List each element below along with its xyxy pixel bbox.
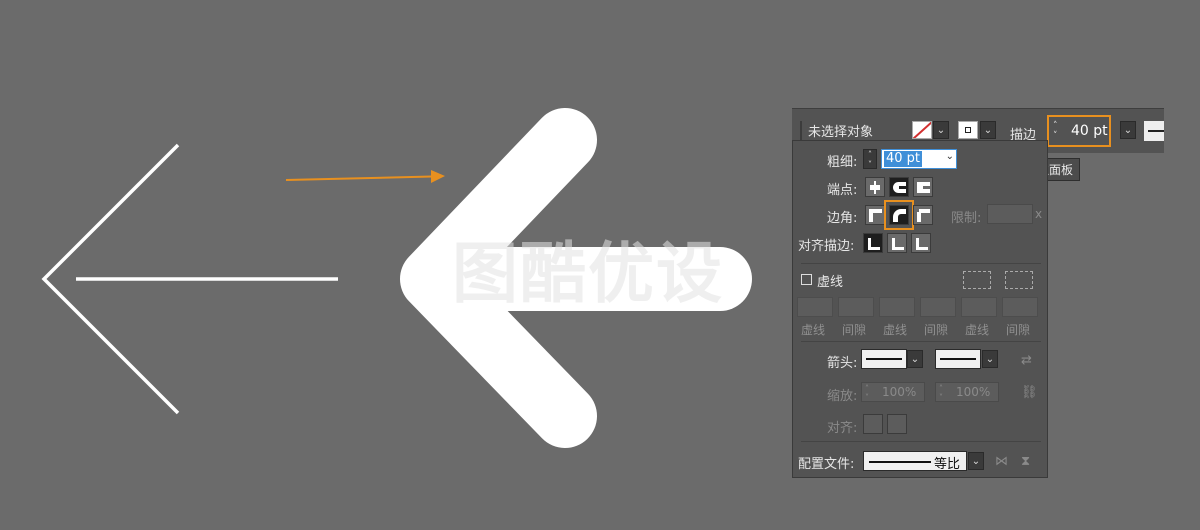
chevron-down-icon[interactable]: ⌄ [946,151,954,162]
dash-input-3[interactable] [961,297,997,317]
stroke-weight-value[interactable]: 40 pt [1071,123,1108,139]
end-arrowhead-select[interactable] [935,349,981,369]
dash-field-label: 虚线 [883,323,908,337]
dashed-line-checkbox[interactable] [801,274,812,285]
scale-label: 缩放: [827,389,858,404]
arrow-align-label: 对齐: [827,421,858,436]
selection-status: 未选择对象 [800,121,873,140]
align-inside-icon[interactable] [887,233,907,253]
fill-dropdown-icon[interactable]: ⌄ [933,121,949,139]
stroke-weight-field[interactable]: ˄ ˅ 40 pt [1047,115,1111,147]
stroke-panel: 粗细: ˄ ˅ 40 pt ⌄ 端点: 边角: 限制: x 对齐描边: 虚线 虚… [792,140,1048,478]
weight-label: 粗细: [827,155,858,170]
projecting-cap-icon[interactable] [913,177,933,197]
align-outside-icon[interactable] [911,233,931,253]
miter-join-icon[interactable] [865,205,885,225]
round-join-highlight [884,200,914,230]
round-cap-icon[interactable] [889,177,909,197]
limit-suffix: x [1035,207,1043,221]
dash-field-label: 虚线 [801,323,826,337]
butt-cap-icon[interactable] [865,177,885,197]
end-scale-input[interactable]: ˄ ˅ 100% [935,382,999,402]
swap-arrowheads-icon[interactable]: ⇄ [1021,353,1032,368]
gap-input-2[interactable] [920,297,956,317]
dash-input-2[interactable] [879,297,915,317]
spinner-icon[interactable]: ˄ ˅ [865,384,869,402]
stroke-weight-dropdown-icon[interactable]: ⌄ [1120,121,1136,139]
chevron-down-icon[interactable]: ⌄ [907,350,923,368]
flip-along-icon[interactable]: ⋈ [995,454,1008,469]
flip-across-icon[interactable]: ⧗ [1021,454,1030,469]
dash-preserve-icon[interactable] [963,271,991,289]
dash-align-icon[interactable] [1005,271,1033,289]
gap-input-3[interactable] [1002,297,1038,317]
arrow-place-icon[interactable] [887,414,907,434]
watermark-text: 图酷优设 [452,235,724,312]
gap-field-label: 间隙 [1006,323,1031,337]
fill-swatch[interactable] [912,121,932,139]
cap-label: 端点: [827,183,858,198]
gap-field-label: 间隙 [924,323,949,337]
start-scale-value[interactable]: 100% [882,385,916,399]
dash-field-label: 虚线 [965,323,990,337]
arrow-extend-icon[interactable] [863,414,883,434]
corner-label: 边角: [827,211,858,226]
spinner-icon[interactable]: ˄ ˅ [1053,121,1058,141]
unlink-scale-icon[interactable]: ⛓ [1021,385,1038,400]
limit-label: 限制: [951,211,982,226]
spinner-icon[interactable]: ˄ ˅ [939,384,943,402]
annotation-arrow [285,170,445,183]
gap-field-label: 间隙 [842,323,867,337]
limit-input[interactable] [987,204,1033,224]
start-scale-input[interactable]: ˄ ˅ 100% [861,382,925,402]
thin-arrow-artwork [41,143,338,415]
stroke-dropdown-icon[interactable]: ⌄ [980,121,996,139]
bevel-join-icon[interactable] [913,205,933,225]
end-scale-value[interactable]: 100% [956,385,990,399]
start-arrowhead-select[interactable] [861,349,907,369]
profile-value[interactable]: 等比 [934,453,960,472]
dash-input-1[interactable] [797,297,833,317]
gap-input-1[interactable] [838,297,874,317]
dashed-line-label: 虚线 [817,275,844,290]
profile-select[interactable]: 等比 [863,451,967,472]
arrowheads-label: 箭头: [827,356,858,371]
align-stroke-label: 对齐描边: [798,239,855,254]
chevron-down-icon[interactable]: ⌄ [968,452,984,470]
weight-input-value[interactable]: 40 pt [884,151,923,167]
weight-input[interactable]: 40 pt ⌄ [881,149,957,169]
weight-spinner-icon[interactable]: ˄ ˅ [863,149,877,169]
stroke-swatch[interactable] [958,121,978,139]
chevron-down-icon[interactable]: ⌄ [982,350,998,368]
align-center-icon[interactable] [863,233,883,253]
profile-label: 配置文件: [798,457,855,472]
stroke-style-preview[interactable] [1144,121,1164,141]
